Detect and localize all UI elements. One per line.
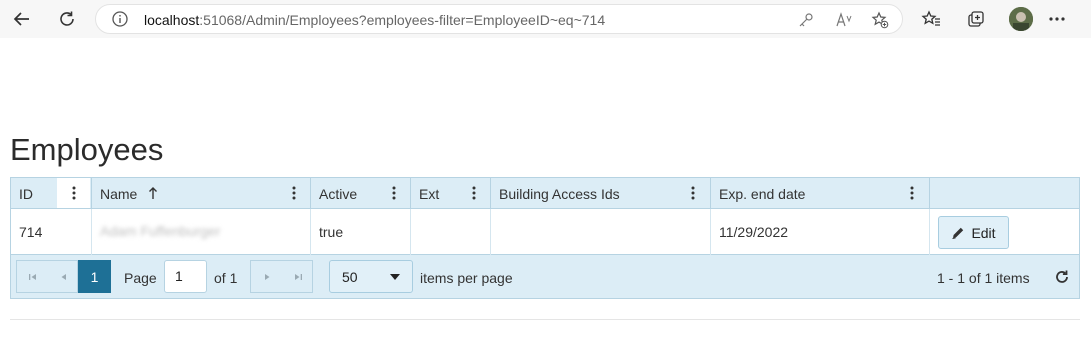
next-page-button[interactable] (251, 261, 282, 292)
prev-page-button[interactable] (48, 261, 79, 292)
items-per-page-label: items per page (420, 270, 513, 286)
current-page-button[interactable]: 1 (78, 260, 111, 293)
column-header-id[interactable]: ID (11, 178, 92, 209)
prev-page-icon (61, 273, 66, 280)
column-menu-icon[interactable] (686, 183, 700, 203)
column-label: Name (100, 186, 138, 202)
column-header-active[interactable]: Active (311, 178, 411, 209)
cell-actions: Edit (930, 209, 1079, 255)
page-number-input[interactable]: 1 (164, 260, 207, 293)
cell-value: 714 (19, 224, 43, 240)
info-icon[interactable] (112, 11, 128, 32)
sort-ascending-icon (149, 187, 157, 199)
edit-button-label: Edit (971, 224, 996, 241)
last-page-icon (294, 273, 302, 280)
collections-icon[interactable] (965, 8, 987, 30)
column-menu-icon[interactable] (467, 183, 481, 203)
first-page-icon (28, 273, 36, 280)
column-header-building-access-ids[interactable]: Building Access Ids (491, 178, 711, 209)
caret-down-icon (390, 274, 400, 280)
page-label: Page (124, 270, 157, 286)
column-label: Ext (419, 186, 440, 202)
column-header-actions (930, 178, 1079, 209)
page-title: Employees (10, 132, 164, 167)
refresh-button[interactable] (1044, 259, 1079, 294)
browser-toolbar: localhost:51068/Admin/Employees?employee… (0, 0, 1091, 38)
grid-header: ID Name Active Ext Building Access Ids E… (11, 178, 1079, 209)
back-button[interactable] (8, 7, 36, 31)
table-row: 714 Adam Fuffenburger true 11/29/2022 Ed… (11, 209, 1079, 255)
more-menu-icon[interactable] (1046, 8, 1068, 30)
divider (10, 319, 1080, 320)
column-label: ID (19, 186, 33, 202)
employees-grid: ID Name Active Ext Building Access Ids E… (10, 177, 1080, 299)
pencil-icon (952, 227, 964, 239)
pager-prev-group (16, 260, 78, 293)
cell-value-blurred: Adam Fuffenburger (100, 223, 221, 239)
column-header-exp-end-date[interactable]: Exp. end date (711, 178, 930, 209)
address-bar[interactable]: localhost:51068/Admin/Employees?employee… (95, 4, 903, 34)
url-text[interactable]: localhost:51068/Admin/Employees?employee… (144, 12, 605, 28)
pager-next-group (250, 260, 313, 293)
key-icon[interactable] (796, 10, 816, 30)
pager-info: 1 - 1 of 1 items (937, 270, 1030, 286)
cell-value: true (319, 224, 344, 240)
column-menu-icon[interactable] (905, 183, 919, 203)
reload-button[interactable] (53, 7, 81, 31)
column-menu-icon[interactable] (387, 183, 401, 203)
cell-ext (411, 209, 491, 255)
cell-id: 714 (11, 209, 92, 255)
first-page-button[interactable] (17, 261, 48, 292)
page-size-value: 50 (342, 269, 358, 285)
arrow-left-icon (13, 12, 29, 26)
favorites-icon[interactable] (920, 8, 942, 30)
cell-value: 11/29/2022 (719, 224, 789, 240)
read-aloud-icon[interactable] (834, 10, 854, 30)
column-menu-icon[interactable] (287, 183, 301, 203)
url-host: localhost (144, 12, 200, 28)
column-label: Building Access Ids (499, 186, 620, 202)
column-header-ext[interactable]: Ext (411, 178, 491, 209)
column-header-name[interactable]: Name (92, 178, 311, 209)
pager: 1 Page 1 of 1 50 items per page 1 - 1 of… (11, 255, 1079, 298)
cell-exp-end-date: 11/29/2022 (711, 209, 930, 255)
column-menu-icon[interactable] (57, 178, 90, 208)
cell-active: true (311, 209, 411, 255)
column-label: Active (319, 186, 358, 202)
reload-icon (60, 11, 74, 26)
url-path: :51068/Admin/Employees?employees-filter=… (199, 12, 606, 28)
cell-building-access-ids (491, 209, 711, 255)
page-size-select[interactable]: 50 (329, 260, 413, 293)
edit-button[interactable]: Edit (938, 216, 1009, 249)
next-page-icon (264, 273, 269, 280)
last-page-button[interactable] (282, 261, 313, 292)
cell-name: Adam Fuffenburger (92, 209, 311, 255)
column-label: Exp. end date (719, 186, 806, 202)
profile-avatar[interactable] (1009, 7, 1033, 31)
page-total-label: of 1 (214, 270, 238, 286)
add-favorite-icon[interactable] (870, 10, 890, 30)
refresh-icon (1055, 270, 1068, 283)
